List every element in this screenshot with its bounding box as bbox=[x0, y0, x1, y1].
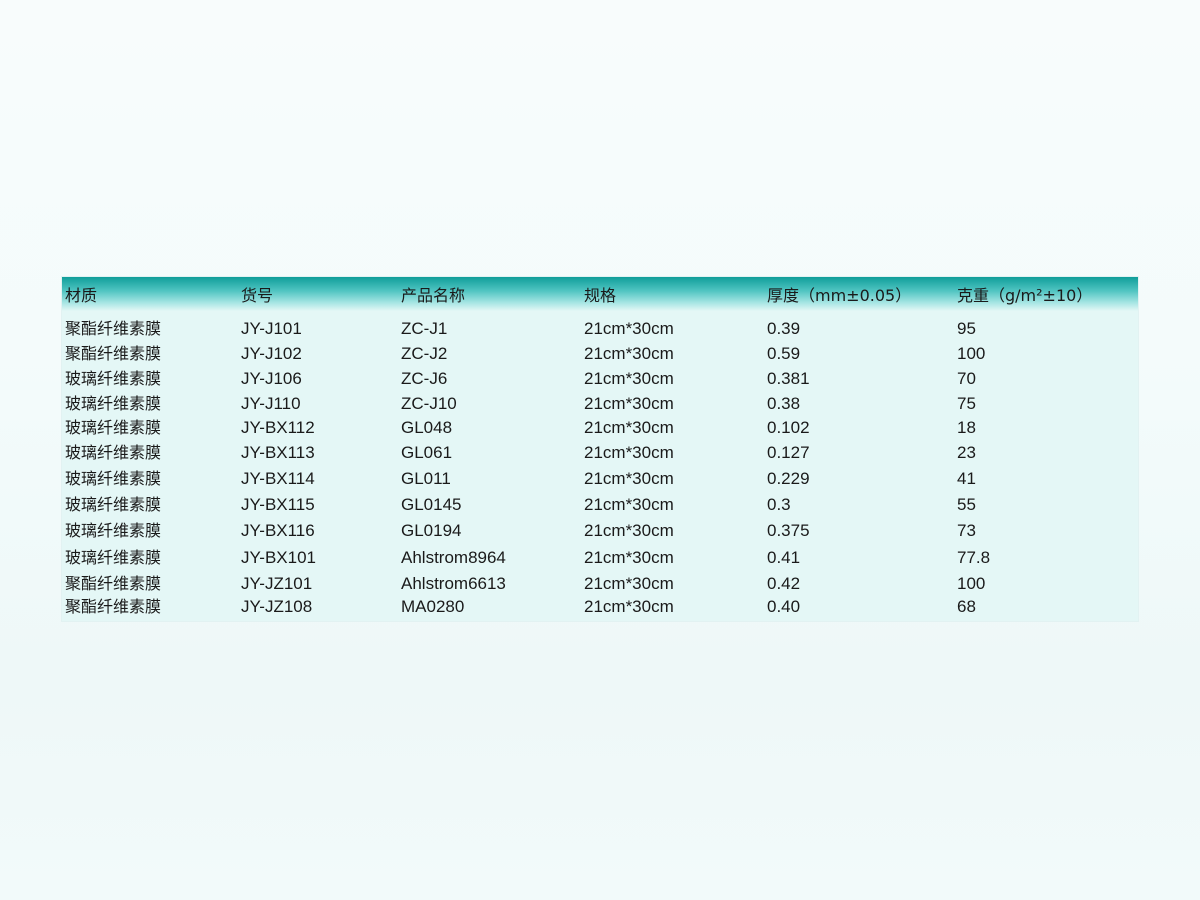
product-table: 材质 货号 产品名称 规格 厚度（mm±0.05） 克重（g/m²±10） 聚酯… bbox=[62, 277, 1138, 621]
cell-thickness: 0.38 bbox=[767, 394, 801, 413]
cell-thickness: 0.42 bbox=[767, 574, 801, 593]
cell-specification: 21cm*30cm bbox=[584, 469, 674, 488]
cell-material: 玻璃纤维素膜 bbox=[65, 521, 162, 540]
cell-item-number: JY-BX116 bbox=[241, 521, 315, 540]
table-row: 玻璃纤维素膜 JY-BX113 GL061 21cm*30cm 0.127 23 bbox=[62, 441, 1138, 465]
table-row: 玻璃纤维素膜 JY-J106 ZC-J6 21cm*30cm 0.381 70 bbox=[62, 367, 1138, 391]
cell-thickness: 0.375 bbox=[767, 521, 810, 540]
cell-item-number: JY-JZ108 bbox=[241, 597, 313, 616]
cell-specification: 21cm*30cm bbox=[584, 394, 674, 413]
cell-specification: 21cm*30cm bbox=[584, 319, 674, 338]
cell-grammage: 100 bbox=[957, 344, 986, 363]
cell-product-name: GL0145 bbox=[401, 495, 462, 514]
cell-thickness: 0.59 bbox=[767, 344, 801, 363]
cell-specification: 21cm*30cm bbox=[584, 521, 674, 540]
cell-specification: 21cm*30cm bbox=[584, 344, 674, 363]
cell-specification: 21cm*30cm bbox=[584, 597, 674, 616]
cell-grammage: 95 bbox=[957, 319, 976, 338]
header-item-number: 货号 bbox=[241, 286, 274, 305]
cell-product-name: GL061 bbox=[401, 443, 453, 462]
cell-item-number: JY-J110 bbox=[241, 394, 301, 413]
table-row: 玻璃纤维素膜 JY-BX101 Ahlstrom8964 21cm*30cm 0.41 7… bbox=[62, 546, 1138, 570]
table-row: 聚酯纤维素膜 JY-JZ108 MA0280 21cm*30cm 0.40 68 bbox=[62, 595, 1138, 619]
table-header: 材质 货号 产品名称 规格 厚度（mm±0.05） 克重（g/m²±10） bbox=[62, 277, 1138, 311]
cell-product-name: GL048 bbox=[401, 418, 453, 437]
cell-product-name: ZC-J6 bbox=[401, 369, 448, 388]
cell-material: 聚酯纤维素膜 bbox=[65, 344, 162, 363]
cell-specification: 21cm*30cm bbox=[584, 443, 674, 462]
cell-material: 玻璃纤维素膜 bbox=[65, 469, 162, 488]
cell-thickness: 0.229 bbox=[767, 469, 810, 488]
cell-material: 玻璃纤维素膜 bbox=[65, 443, 162, 462]
cell-grammage: 55 bbox=[957, 495, 976, 514]
cell-material: 聚酯纤维素膜 bbox=[65, 319, 162, 338]
cell-product-name: Ahlstrom8964 bbox=[401, 548, 506, 567]
cell-item-number: JY-J102 bbox=[241, 344, 302, 363]
cell-material: 聚酯纤维素膜 bbox=[65, 574, 162, 593]
cell-item-number: JY-BX115 bbox=[241, 495, 315, 514]
cell-item-number: JY-BX112 bbox=[241, 418, 315, 437]
cell-product-name: ZC-J10 bbox=[401, 394, 457, 413]
cell-thickness: 0.3 bbox=[767, 495, 791, 514]
cell-grammage: 70 bbox=[957, 369, 976, 388]
cell-specification: 21cm*30cm bbox=[584, 369, 674, 388]
cell-item-number: JY-BX114 bbox=[241, 469, 315, 488]
table-row: 玻璃纤维素膜 JY-BX114 GL011 21cm*30cm 0.229 41 bbox=[62, 467, 1138, 491]
cell-product-name: Ahlstrom6613 bbox=[401, 574, 506, 593]
cell-item-number: JY-BX113 bbox=[241, 443, 315, 462]
cell-grammage: 18 bbox=[957, 418, 976, 437]
cell-item-number: JY-J101 bbox=[241, 319, 302, 338]
cell-grammage: 68 bbox=[957, 597, 976, 616]
table-row: 聚酯纤维素膜 JY-J102 ZC-J2 21cm*30cm 0.59 100 bbox=[62, 342, 1138, 366]
cell-grammage: 73 bbox=[957, 521, 976, 540]
cell-specification: 21cm*30cm bbox=[584, 495, 674, 514]
cell-thickness: 0.127 bbox=[767, 443, 810, 462]
cell-material: 玻璃纤维素膜 bbox=[65, 548, 162, 567]
table-row: 玻璃纤维素膜 JY-BX116 GL0194 21cm*30cm 0.375 73 bbox=[62, 519, 1138, 543]
table-row: 玻璃纤维素膜 JY-J110 ZC-J10 21cm*30cm 0.38 75 bbox=[62, 392, 1138, 416]
cell-thickness: 0.102 bbox=[767, 418, 810, 437]
table-row: 聚酯纤维素膜 JY-J101 ZC-J1 21cm*30cm 0.39 95 bbox=[62, 317, 1138, 341]
cell-material: 玻璃纤维素膜 bbox=[65, 369, 162, 388]
header-specification: 规格 bbox=[584, 286, 617, 305]
header-thickness: 厚度（mm±0.05） bbox=[767, 286, 912, 305]
cell-product-name: ZC-J2 bbox=[401, 344, 448, 363]
cell-material: 玻璃纤维素膜 bbox=[65, 418, 162, 437]
cell-grammage: 77.8 bbox=[957, 548, 991, 567]
cell-grammage: 100 bbox=[957, 574, 986, 593]
cell-thickness: 0.41 bbox=[767, 548, 801, 567]
cell-specification: 21cm*30cm bbox=[584, 418, 674, 437]
cell-product-name: ZC-J1 bbox=[401, 319, 448, 338]
cell-item-number: JY-JZ101 bbox=[241, 574, 313, 593]
cell-material: 玻璃纤维素膜 bbox=[65, 394, 162, 413]
cell-grammage: 23 bbox=[957, 443, 976, 462]
cell-thickness: 0.39 bbox=[767, 319, 801, 338]
cell-product-name: GL0194 bbox=[401, 521, 462, 540]
table-row: 聚酯纤维素膜 JY-JZ101 Ahlstrom6613 21cm*30cm 0.42 1… bbox=[62, 572, 1138, 596]
header-material: 材质 bbox=[65, 286, 98, 305]
cell-product-name: MA0280 bbox=[401, 597, 465, 616]
cell-material: 聚酯纤维素膜 bbox=[65, 597, 162, 616]
table-row: 玻璃纤维素膜 JY-BX112 GL048 21cm*30cm 0.102 18 bbox=[62, 416, 1138, 440]
cell-product-name: GL011 bbox=[401, 469, 451, 488]
cell-specification: 21cm*30cm bbox=[584, 548, 674, 567]
table-row: 玻璃纤维素膜 JY-BX115 GL0145 21cm*30cm 0.3 55 bbox=[62, 493, 1138, 517]
cell-material: 玻璃纤维素膜 bbox=[65, 495, 162, 514]
cell-thickness: 0.381 bbox=[767, 369, 810, 388]
cell-thickness: 0.40 bbox=[767, 597, 801, 616]
cell-grammage: 41 bbox=[957, 469, 976, 488]
header-grammage: 克重（g/m²±10） bbox=[957, 286, 1093, 305]
cell-item-number: JY-J106 bbox=[241, 369, 302, 388]
cell-item-number: JY-BX101 bbox=[241, 548, 316, 567]
cell-grammage: 75 bbox=[957, 394, 976, 413]
cell-specification: 21cm*30cm bbox=[584, 574, 674, 593]
header-product-name: 产品名称 bbox=[401, 286, 466, 305]
